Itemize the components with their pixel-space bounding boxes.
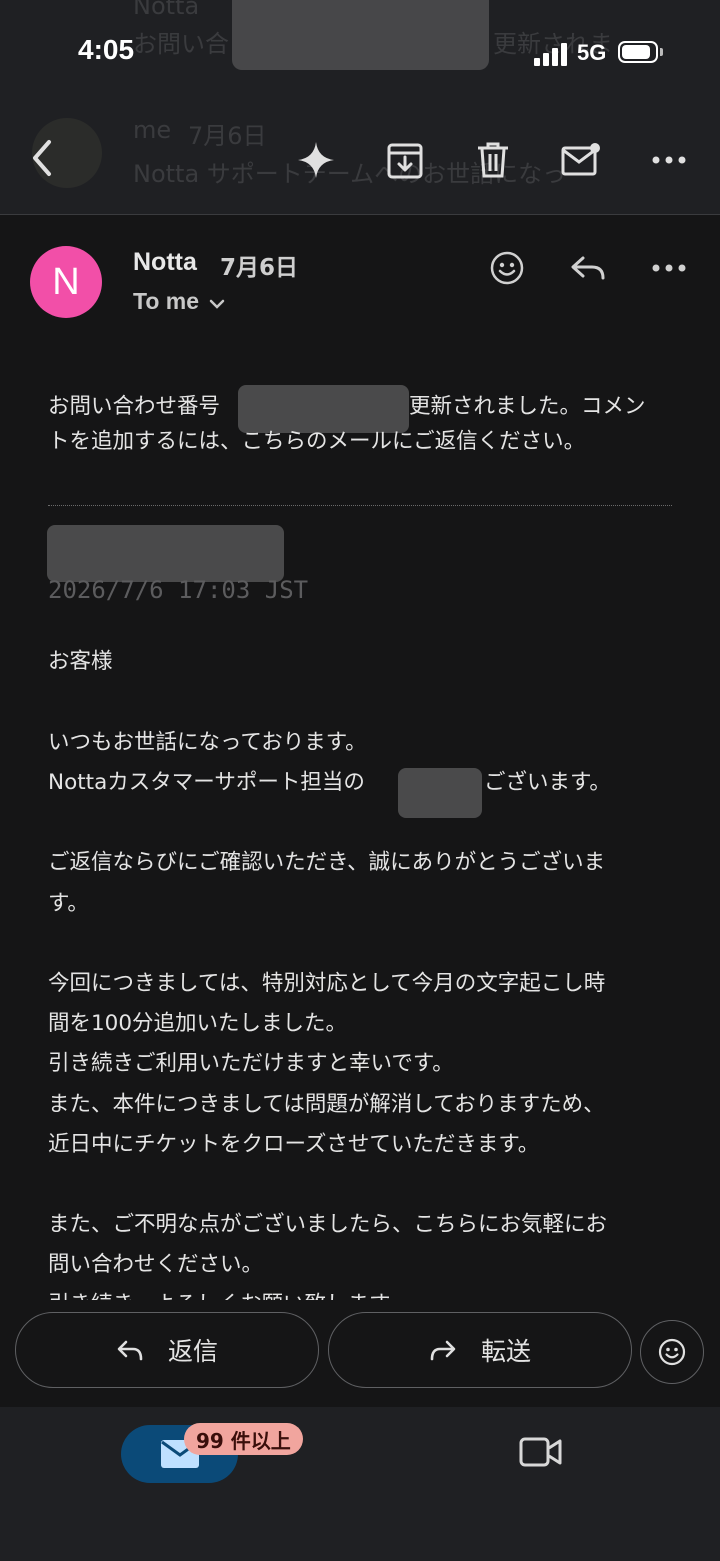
para3-line2: 間を100分追加いたしました。 bbox=[48, 1011, 348, 1036]
emoji-reaction-button[interactable] bbox=[640, 1320, 704, 1384]
sender-avatar[interactable]: N bbox=[30, 246, 102, 318]
battery-icon bbox=[618, 41, 658, 63]
para4-line2: 問い合わせください。 bbox=[48, 1252, 264, 1277]
signal-icon bbox=[534, 42, 570, 66]
message-date: 7月6日 bbox=[220, 255, 299, 281]
para3-line1: 今回につきましては、特別対応として今月の文字起こし時 bbox=[48, 971, 606, 996]
para1-line2a: Nottaカスタマーサポート担当の bbox=[48, 770, 365, 795]
archive-button[interactable] bbox=[381, 136, 429, 184]
dynamic-island-redaction bbox=[232, 0, 489, 70]
smiley-icon bbox=[658, 1338, 686, 1366]
background-sender-preview: Notta bbox=[133, 0, 200, 20]
background-subject-preview: お問い合 bbox=[133, 30, 229, 58]
forward-pill-button[interactable]: 転送 bbox=[328, 1312, 632, 1388]
ai-sparkle-button[interactable] bbox=[292, 136, 340, 184]
more-horizontal-icon bbox=[652, 264, 686, 272]
para1-line1: いつもお世話になっております。 bbox=[48, 730, 367, 755]
reply-button[interactable] bbox=[564, 244, 612, 292]
reply-action-bar: 返信 転送 bbox=[0, 1300, 720, 1407]
para3-line4: また、本件につきましては問題が解消しておりますため、 bbox=[48, 1092, 605, 1117]
intro-line-2: トを追加するには、こちらのメールにご返信ください。 bbox=[48, 429, 586, 454]
forward-label: 転送 bbox=[480, 1337, 531, 1366]
message-header: N Notta 7月6日 To me bbox=[0, 216, 720, 336]
mark-unread-button[interactable] bbox=[557, 136, 605, 184]
unread-count-badge: 99 件以上 bbox=[184, 1423, 303, 1455]
status-time: 4:05 bbox=[78, 34, 135, 65]
salutation: お客様 bbox=[48, 649, 113, 674]
forward-icon bbox=[430, 1340, 456, 1361]
message-toolbar: me 7月6日 Notta サポートチームへのお世話になっ bbox=[0, 110, 720, 215]
para3-line3: 引き続きご利用いただけますと幸いです。 bbox=[48, 1051, 454, 1076]
recipient-label: To me bbox=[133, 288, 200, 314]
mail-unread-icon bbox=[561, 143, 600, 176]
para3-line5: 近日中にチケットをクローズさせていただきます。 bbox=[48, 1132, 540, 1157]
sender-name[interactable]: Notta bbox=[133, 248, 197, 277]
sparkle-icon bbox=[298, 142, 334, 178]
meet-tab[interactable] bbox=[519, 1435, 563, 1471]
video-camera-icon bbox=[519, 1437, 562, 1467]
smiley-icon bbox=[490, 251, 524, 285]
comment-timestamp: 2026/7/6 17:03 JST bbox=[48, 576, 309, 604]
background-row-sender: me bbox=[133, 116, 172, 144]
redacted-agent-name bbox=[47, 525, 284, 582]
para2-line2: す。 bbox=[48, 891, 89, 916]
para2-line1: ご返信ならびにご確認いただき、誠にありがとうございま bbox=[48, 850, 606, 875]
message-more-button[interactable] bbox=[645, 244, 693, 292]
status-bar: Notta お問い合 更新されま 4:05 5G bbox=[0, 0, 720, 110]
divider bbox=[48, 505, 672, 506]
chevron-down-icon bbox=[210, 299, 225, 309]
reply-label: 返信 bbox=[167, 1337, 218, 1366]
para4-line1: また、ご不明な点がございましたら、こちらにお気軽にお bbox=[48, 1212, 608, 1237]
para1-line2b: ございます。 bbox=[484, 770, 611, 795]
add-reaction-button[interactable] bbox=[483, 244, 531, 292]
delete-button[interactable] bbox=[469, 136, 517, 184]
intro-line-1b: 更新されました。コメン bbox=[409, 394, 646, 419]
network-type: 5G bbox=[577, 40, 607, 65]
reply-icon bbox=[117, 1340, 143, 1361]
redacted-agent-surname bbox=[398, 768, 482, 818]
intro-line-1a: お問い合わせ番号 bbox=[48, 394, 221, 419]
battery-tip bbox=[660, 48, 663, 56]
back-arrow-icon bbox=[33, 140, 51, 176]
back-button[interactable] bbox=[18, 134, 66, 182]
recipient-toggle[interactable]: To me bbox=[133, 288, 225, 315]
archive-icon bbox=[387, 143, 423, 179]
reply-pill-button[interactable]: 返信 bbox=[15, 1312, 319, 1388]
bottom-navigation: 99 件以上 bbox=[0, 1407, 720, 1561]
reply-icon bbox=[571, 256, 605, 280]
trash-icon bbox=[478, 142, 508, 178]
background-row-date: 7月6日 bbox=[188, 122, 267, 150]
more-horizontal-icon bbox=[652, 156, 686, 164]
more-options-button[interactable] bbox=[645, 136, 693, 184]
